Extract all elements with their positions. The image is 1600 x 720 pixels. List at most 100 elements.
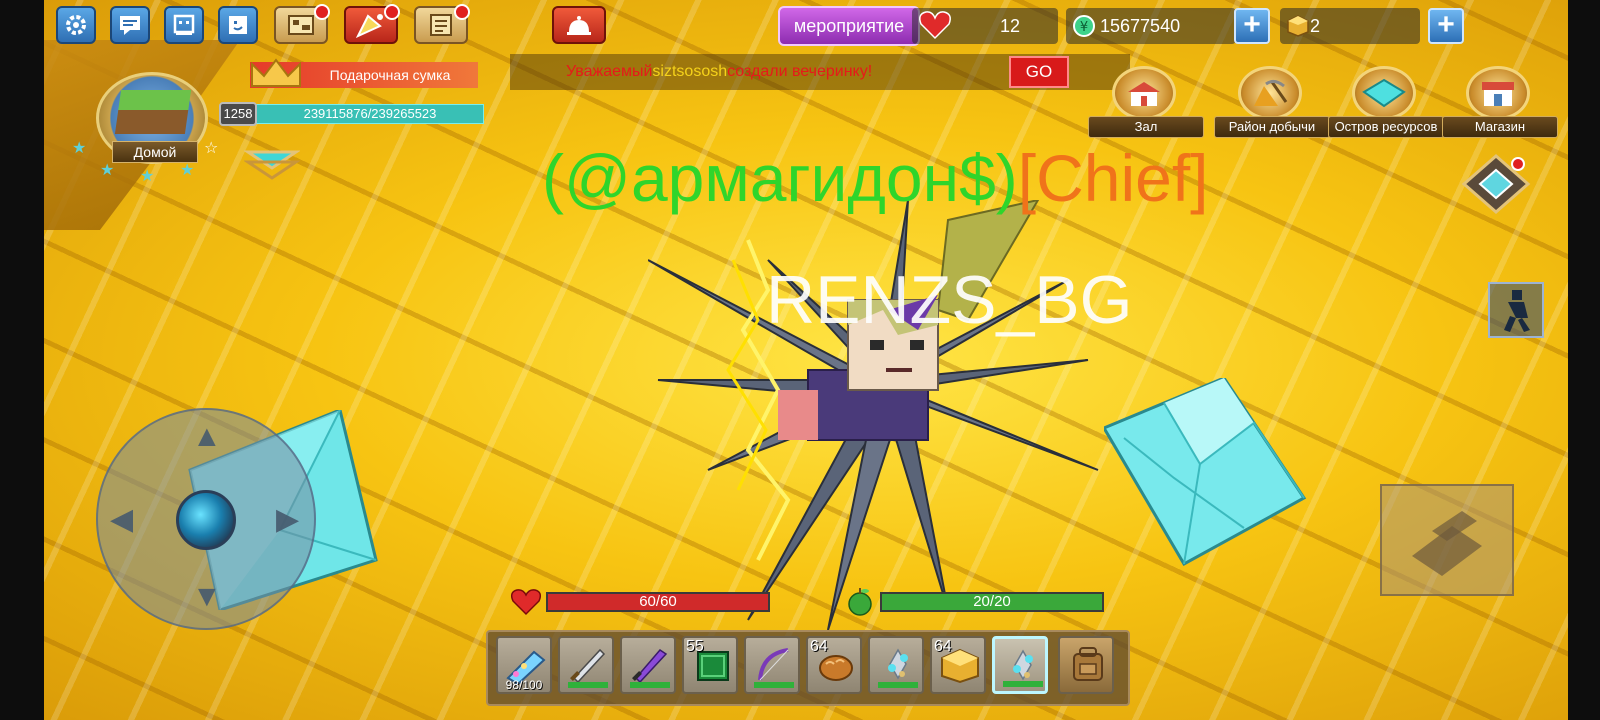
slot-count: 64 — [934, 638, 952, 655]
nav-hall[interactable]: Зал — [1088, 66, 1204, 138]
level-badge: 1258 — [219, 102, 257, 126]
announce-player: siztsososh — [652, 63, 728, 80]
pickaxe-icon — [1254, 79, 1288, 106]
gold-block-icon — [1287, 15, 1309, 37]
island-icon — [114, 90, 192, 134]
go-button[interactable]: GO — [1009, 56, 1069, 88]
heart-icon — [919, 11, 951, 40]
star-icon: ☆ — [204, 140, 219, 157]
nav-resource-label: Остров ресурсов — [1328, 116, 1444, 138]
chat-button[interactable] — [110, 6, 150, 44]
announce-prefix: Уважаемый — [566, 63, 653, 80]
gift-bag-label: Подарочная сумка — [329, 67, 451, 83]
purple-sword-icon — [632, 649, 668, 684]
nav-mining-label: Район добычи — [1214, 116, 1330, 138]
building-icon — [1128, 82, 1160, 106]
nav-mining-district[interactable]: Район добычи — [1214, 66, 1330, 138]
bell-icon — [567, 16, 591, 35]
coin-icon: ¥ — [1073, 15, 1095, 37]
friends-button[interactable] — [164, 6, 204, 44]
collapse-panel-button[interactable] — [244, 148, 300, 180]
quick-menu-button[interactable] — [1460, 152, 1532, 216]
notification-dot — [384, 4, 400, 20]
bow-icon — [758, 648, 789, 681]
slot-count: 55 — [686, 638, 704, 655]
announce-suffix: создали вечеринку! — [727, 63, 873, 80]
nav-hall-label: Зал — [1088, 116, 1204, 138]
hotbar-slot-4[interactable]: 55 — [682, 636, 738, 694]
add-money-button[interactable]: + — [1234, 8, 1270, 44]
hearts-counter: 12 — [912, 8, 1058, 44]
game-viewport[interactable]: (@армагидон$)[Chief] RENZS_BG мероприяти… — [0, 0, 1600, 720]
hotbar-slot-3[interactable] — [620, 636, 676, 694]
experience-text: 239115876/239265523 — [303, 106, 437, 121]
screen-edge-right — [1568, 0, 1600, 720]
guild-rank: [Chief] — [1017, 141, 1209, 215]
hotbar-slot-2[interactable] — [558, 636, 614, 694]
hotbar-slot-6[interactable]: 64 — [806, 636, 862, 694]
health-bar: 60/60 — [546, 592, 770, 612]
sword-icon — [570, 648, 606, 684]
arrow-right-icon: ▶ — [276, 503, 300, 536]
jump-button[interactable] — [1380, 484, 1514, 596]
slot-durability-bar — [630, 682, 670, 688]
slot-durability-bar — [878, 682, 918, 688]
emote-action-button[interactable] — [1488, 282, 1544, 338]
diamond-block-right — [1104, 378, 1307, 567]
health-heart-icon — [510, 589, 542, 616]
star-icon: ★ — [180, 162, 195, 179]
hearts-value: 12 — [1000, 16, 1021, 36]
store-icon — [1482, 82, 1514, 106]
arrow-down-icon: ▼ — [192, 580, 222, 613]
chat-icon — [120, 16, 140, 35]
nav-shop[interactable]: Магазин — [1442, 66, 1558, 138]
slot-count: 64 — [810, 638, 828, 655]
money-counter: ¥ 15677540 — [1066, 8, 1236, 44]
emote-menu-button[interactable] — [218, 6, 258, 44]
service-bell-button[interactable] — [552, 6, 606, 44]
screen-edge-left — [0, 0, 44, 720]
star-icon: ★ — [100, 162, 115, 179]
backpack-icon — [1073, 647, 1103, 681]
hotbar-slot-5[interactable] — [744, 636, 800, 694]
map-button[interactable] — [274, 4, 330, 44]
health-text: 60/60 — [639, 593, 677, 610]
nav-shop-label: Магазин — [1442, 116, 1558, 138]
apple-icon — [848, 588, 872, 616]
gear-icon — [66, 15, 86, 35]
crown-icon — [251, 58, 301, 87]
gold-value: 2 — [1310, 16, 1321, 36]
backpack-button[interactable] — [1058, 636, 1114, 694]
svg-text:¥: ¥ — [1080, 20, 1088, 35]
nav-resource-island[interactable]: Остров ресурсов — [1328, 66, 1444, 138]
hotbar-slot-8[interactable]: 64 — [930, 636, 986, 694]
joystick-knob[interactable] — [176, 490, 236, 550]
arrow-left-icon: ◀ — [110, 503, 134, 536]
slot-durability-bar — [754, 682, 794, 688]
settings-button[interactable] — [56, 6, 96, 44]
notification-dot — [454, 4, 470, 20]
experience-bar: 239115876/239265523 — [256, 104, 484, 124]
event-button[interactable]: мероприятие — [778, 6, 920, 46]
gold-counter: 2 — [1280, 8, 1420, 44]
face-icon — [173, 14, 195, 35]
rewards-button[interactable] — [344, 4, 400, 44]
diamond-ore-icon — [1013, 649, 1033, 681]
add-gold-button[interactable]: + — [1428, 8, 1464, 44]
hotbar-slot-1[interactable]: 98/100 — [496, 636, 552, 694]
task-list-icon — [430, 14, 452, 36]
tasks-button[interactable] — [414, 4, 470, 44]
slot-durability-text: 98/100 — [505, 678, 543, 692]
running-figure-icon — [1504, 290, 1530, 332]
hotbar-slot-7[interactable] — [868, 636, 924, 694]
arrow-up-icon: ▲ — [192, 420, 222, 453]
diamond-icon — [1362, 78, 1406, 108]
map-icon — [288, 15, 314, 35]
notification-dot — [314, 4, 330, 20]
hunger-text: 20/20 — [973, 593, 1011, 610]
party-popper-icon — [355, 14, 383, 38]
player-nametag: RENZS_BG — [766, 262, 1133, 338]
money-value: 15677540 — [1100, 16, 1181, 36]
hotbar-slot-9[interactable] — [992, 636, 1048, 694]
smile-icon — [229, 16, 247, 34]
